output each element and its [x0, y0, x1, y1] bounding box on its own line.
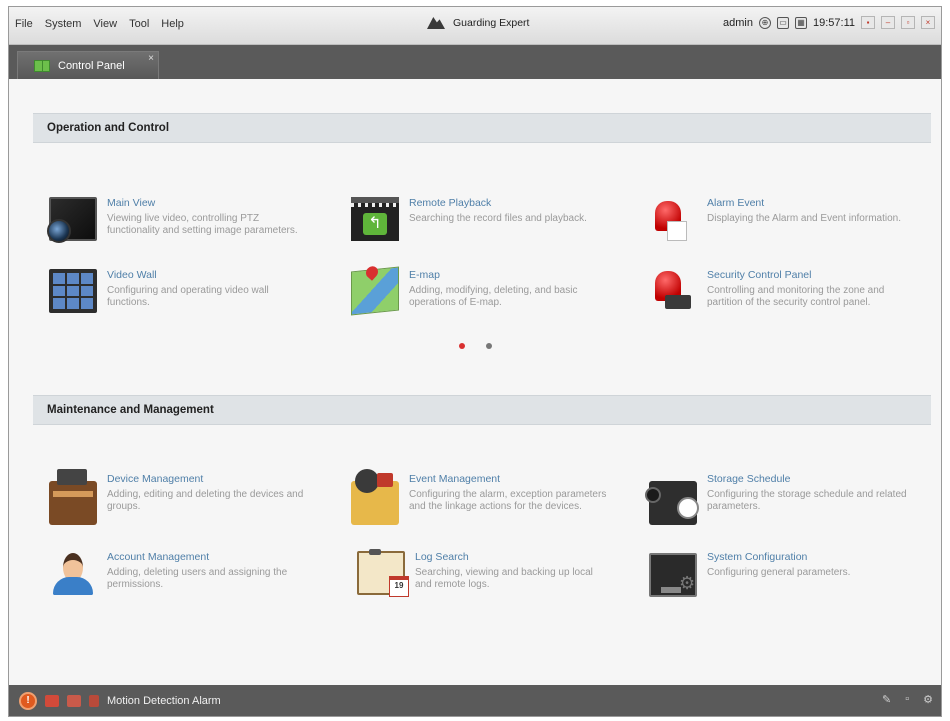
tab-close-icon[interactable]: ×: [148, 53, 154, 64]
module-title: Account Management: [107, 551, 210, 563]
app-title: Guarding Expert: [427, 17, 529, 29]
module-title: E-map: [409, 269, 440, 281]
close-button[interactable]: ×: [921, 16, 935, 29]
module-desc: Configuring the alarm, exception paramet…: [409, 489, 607, 512]
module-title: Event Management: [409, 473, 501, 485]
alarm-label[interactable]: Motion Detection Alarm: [107, 695, 221, 707]
window-icon[interactable]: ▫: [905, 693, 909, 706]
module-desc: Configuring the storage schedule and rel…: [707, 489, 907, 512]
module-title: Storage Schedule: [707, 473, 791, 485]
tab-bar: Control Panel ×: [9, 45, 941, 79]
module-title: Video Wall: [107, 269, 157, 281]
remote-playback-icon: [351, 197, 399, 241]
system-configuration-icon: [649, 553, 697, 597]
menu-bar: File System View Tool Help: [15, 18, 196, 30]
user-name[interactable]: admin: [723, 17, 753, 29]
video-alarm-icon[interactable]: [67, 694, 81, 707]
alarm-bell-icon[interactable]: !: [19, 691, 37, 710]
logo-icon: [427, 17, 445, 29]
module-alarm-event[interactable]: Alarm Event Displaying the Alarm and Even…: [649, 197, 909, 257]
keyboard-icon[interactable]: ▦: [794, 16, 807, 29]
module-title: Security Control Panel: [707, 269, 812, 281]
device-management-icon: [49, 469, 97, 525]
control-panel-icon: [34, 59, 50, 72]
tab-label: Control Panel: [58, 59, 125, 72]
title-bar: File System View Tool Help Guarding Expe…: [9, 7, 941, 45]
module-remote-playback[interactable]: Remote Playback Searching the record file…: [351, 197, 611, 257]
alarm-event-icon: [649, 197, 697, 241]
module-desc: Adding, editing and deleting the devices…: [107, 489, 304, 512]
menu-system[interactable]: System: [45, 18, 82, 30]
module-desc: Displaying the Alarm and Event informati…: [707, 213, 901, 224]
module-title: Remote Playback: [409, 197, 492, 209]
module-account-management[interactable]: Account Management Adding, deleting users…: [49, 551, 309, 611]
emap-icon: [351, 266, 399, 316]
module-system-configuration[interactable]: System Configuration Configuring general …: [649, 551, 909, 611]
settings-icon[interactable]: ⚙: [923, 693, 933, 706]
module-device-management[interactable]: Device Management Adding, editing and del…: [49, 469, 309, 533]
lock-button[interactable]: ▪: [861, 16, 875, 29]
module-desc: Viewing live video, controlling PTZ func…: [107, 213, 298, 236]
module-storage-schedule[interactable]: Storage Schedule Configuring the storage …: [645, 473, 909, 533]
minimize-button[interactable]: –: [881, 16, 895, 29]
module-desc: Configuring general parameters.: [707, 567, 851, 578]
menu-view[interactable]: View: [93, 18, 117, 30]
event-management-icon: [351, 469, 399, 525]
pin-icon[interactable]: ✎: [882, 693, 891, 706]
module-event-management[interactable]: Event Management Configuring the alarm, e…: [351, 469, 611, 533]
storage-schedule-icon: [645, 481, 699, 525]
restore-button[interactable]: ▫: [901, 16, 915, 29]
module-emap[interactable]: E-map Adding, modifying, deleting, and ba…: [351, 266, 611, 329]
account-management-icon: [49, 551, 97, 595]
log-search-icon: [357, 549, 409, 597]
app-window: File System View Tool Help Guarding Expe…: [8, 6, 942, 717]
main-view-icon: [47, 197, 97, 243]
module-desc: Configuring and operating video wall fun…: [107, 285, 269, 308]
tab-control-panel[interactable]: Control Panel ×: [17, 51, 159, 79]
module-desc: Searching, viewing and backing up local …: [415, 567, 593, 590]
module-log-search[interactable]: Log Search Searching, viewing and backing…: [351, 549, 611, 611]
module-title: Log Search: [415, 551, 469, 563]
module-desc: Searching the record files and playback.: [409, 213, 587, 224]
module-title: Alarm Event: [707, 197, 765, 209]
motion-alarm-icon[interactable]: [89, 694, 99, 707]
app-title-text: Guarding Expert: [453, 17, 530, 29]
module-title: Main View: [107, 197, 156, 209]
section-header-maintenance: Maintenance and Management: [33, 395, 931, 425]
page-dot-1[interactable]: [459, 343, 465, 349]
menu-help[interactable]: Help: [161, 18, 184, 30]
module-security-control-panel[interactable]: Security Control Panel Controlling and mo…: [649, 269, 909, 329]
status-area: admin ⊕ ▭ ▦ 19:57:11 ▪ – ▫ ×: [723, 16, 935, 29]
module-main-view[interactable]: Main View Viewing live video, controlling…: [47, 197, 309, 257]
menu-tool[interactable]: Tool: [129, 18, 149, 30]
menu-file[interactable]: File: [15, 18, 33, 30]
status-bar: ! Motion Detection Alarm ✎ ▫ ⚙: [9, 685, 941, 716]
section-header-operation: Operation and Control: [33, 113, 931, 143]
module-video-wall[interactable]: Video Wall Configuring and operating vide…: [49, 269, 309, 329]
module-title: System Configuration: [707, 551, 808, 563]
module-title: Device Management: [107, 473, 204, 485]
module-desc: Controlling and monitoring the zone and …: [707, 285, 885, 308]
network-icon[interactable]: ⊕: [758, 16, 771, 29]
module-desc: Adding, deleting users and assigning the…: [107, 567, 288, 590]
video-wall-icon: [49, 269, 97, 313]
status-bar-controls: ✎ ▫ ⚙: [882, 693, 933, 706]
control-panel-content: Operation and Control Main View Viewing l…: [9, 79, 941, 685]
module-desc: Adding, modifying, deleting, and basic o…: [409, 285, 578, 308]
clock: 19:57:11: [812, 16, 855, 29]
security-panel-icon: [649, 269, 697, 313]
page-dot-2[interactable]: [486, 343, 492, 349]
audio-alarm-icon[interactable]: [45, 694, 59, 707]
hdd-icon[interactable]: ▭: [776, 16, 789, 29]
